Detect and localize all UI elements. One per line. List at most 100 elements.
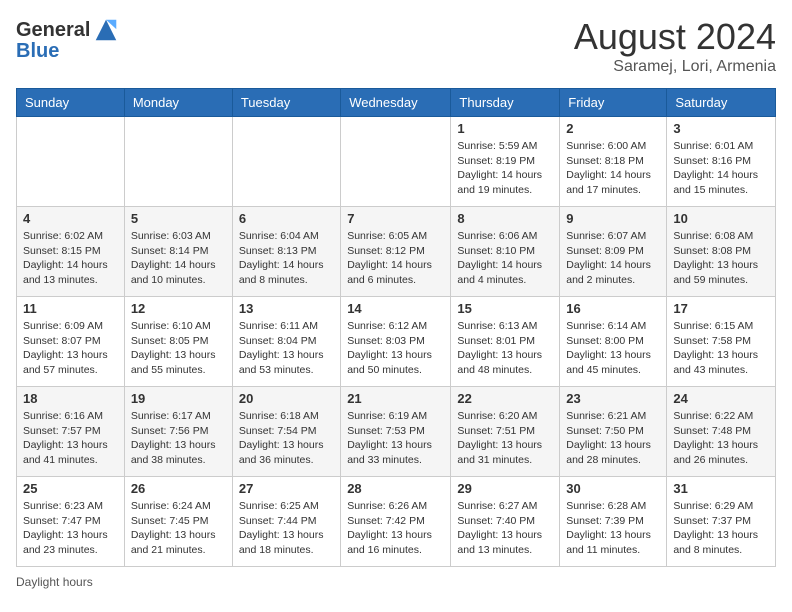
page-header: General Blue August 2024 Saramej, Lori, … bbox=[16, 16, 776, 76]
calendar-cell: 4 Sunrise: 6:02 AMSunset: 8:15 PMDaylight… bbox=[17, 207, 125, 297]
day-info: Sunrise: 6:07 AMSunset: 8:09 PMDaylight:… bbox=[566, 229, 660, 288]
day-info: Sunrise: 6:22 AMSunset: 7:48 PMDaylight:… bbox=[673, 409, 769, 468]
calendar-cell: 27Sunrise: 6:25 AMSunset: 7:44 PMDayligh… bbox=[232, 477, 340, 567]
day-number: 16 bbox=[566, 301, 660, 316]
calendar-cell: 5Sunrise: 6:03 AMSunset: 8:14 PMDaylight… bbox=[124, 207, 232, 297]
day-number: 20 bbox=[239, 391, 334, 406]
day-info: Sunrise: 6:10 AMSunset: 8:05 PMDaylight:… bbox=[131, 319, 226, 378]
calendar-cell: 30Sunrise: 6:28 AMSunset: 7:39 PMDayligh… bbox=[560, 477, 667, 567]
calendar-cell: 28 Sunrise: 6:26 AMSunset: 7:42 PMDayligh… bbox=[341, 477, 451, 567]
day-number: 22 bbox=[457, 391, 553, 406]
day-info: Sunrise: 6:23 AMSunset: 7:47 PMDaylight:… bbox=[23, 499, 118, 558]
day-number: 31 bbox=[673, 481, 769, 496]
calendar-cell: 25 Sunrise: 6:23 AMSunset: 7:47 PMDayligh… bbox=[17, 477, 125, 567]
calendar-cell: 13 Sunrise: 6:11 AMSunset: 8:04 PMDayligh… bbox=[232, 297, 340, 387]
logo: General Blue bbox=[16, 16, 120, 63]
calendar-header-wednesday: Wednesday bbox=[341, 89, 451, 117]
day-info: Sunrise: 6:02 AMSunset: 8:15 PMDaylight:… bbox=[23, 229, 118, 288]
calendar-cell bbox=[124, 117, 232, 207]
calendar-cell: 23 Sunrise: 6:21 AMSunset: 7:50 PMDayligh… bbox=[560, 387, 667, 477]
calendar-cell bbox=[232, 117, 340, 207]
calendar-cell: 18 Sunrise: 6:16 AMSunset: 7:57 PMDayligh… bbox=[17, 387, 125, 477]
calendar-cell: 31 Sunrise: 6:29 AMSunset: 7:37 PMDayligh… bbox=[667, 477, 776, 567]
day-number: 15 bbox=[457, 301, 553, 316]
calendar-header-tuesday: Tuesday bbox=[232, 89, 340, 117]
day-number: 12 bbox=[131, 301, 226, 316]
calendar-cell: 3 Sunrise: 6:01 AMSunset: 8:16 PMDaylight… bbox=[667, 117, 776, 207]
day-info: Sunrise: 6:00 AMSunset: 8:18 PMDaylight:… bbox=[566, 139, 660, 198]
day-info: Sunrise: 6:16 AMSunset: 7:57 PMDaylight:… bbox=[23, 409, 118, 468]
calendar-cell: 26Sunrise: 6:24 AMSunset: 7:45 PMDayligh… bbox=[124, 477, 232, 567]
day-info: Sunrise: 6:29 AMSunset: 7:37 PMDaylight:… bbox=[673, 499, 769, 558]
calendar-week-row: 4 Sunrise: 6:02 AMSunset: 8:15 PMDaylight… bbox=[17, 207, 776, 297]
calendar-week-row: 18 Sunrise: 6:16 AMSunset: 7:57 PMDayligh… bbox=[17, 387, 776, 477]
day-number: 6 bbox=[239, 211, 334, 226]
calendar-cell: 19 Sunrise: 6:17 AMSunset: 7:56 PMDayligh… bbox=[124, 387, 232, 477]
calendar-header-friday: Friday bbox=[560, 89, 667, 117]
day-number: 23 bbox=[566, 391, 660, 406]
day-number: 1 bbox=[457, 121, 553, 136]
day-info: Sunrise: 6:17 AMSunset: 7:56 PMDaylight:… bbox=[131, 409, 226, 468]
calendar-week-row: 11Sunrise: 6:09 AMSunset: 8:07 PMDayligh… bbox=[17, 297, 776, 387]
day-number: 18 bbox=[23, 391, 118, 406]
day-info: Sunrise: 6:26 AMSunset: 7:42 PMDaylight:… bbox=[347, 499, 444, 558]
calendar-cell: 24Sunrise: 6:22 AMSunset: 7:48 PMDayligh… bbox=[667, 387, 776, 477]
calendar-cell: 21 Sunrise: 6:19 AMSunset: 7:53 PMDayligh… bbox=[341, 387, 451, 477]
day-number: 17 bbox=[673, 301, 769, 316]
day-info: Sunrise: 6:12 AMSunset: 8:03 PMDaylight:… bbox=[347, 319, 444, 378]
day-number: 28 bbox=[347, 481, 444, 496]
calendar-header-saturday: Saturday bbox=[667, 89, 776, 117]
day-info: Sunrise: 6:04 AMSunset: 8:13 PMDaylight:… bbox=[239, 229, 334, 288]
calendar-header-monday: Monday bbox=[124, 89, 232, 117]
day-number: 9 bbox=[566, 211, 660, 226]
day-number: 30 bbox=[566, 481, 660, 496]
day-number: 13 bbox=[239, 301, 334, 316]
calendar-cell: 8Sunrise: 6:06 AMSunset: 8:10 PMDaylight… bbox=[451, 207, 560, 297]
day-info: Sunrise: 6:08 AMSunset: 8:08 PMDaylight:… bbox=[673, 229, 769, 288]
day-info: Sunrise: 6:25 AMSunset: 7:44 PMDaylight:… bbox=[239, 499, 334, 558]
day-number: 29 bbox=[457, 481, 553, 496]
day-info: Sunrise: 6:01 AMSunset: 8:16 PMDaylight:… bbox=[673, 139, 769, 198]
day-info: Sunrise: 6:09 AMSunset: 8:07 PMDaylight:… bbox=[23, 319, 118, 378]
day-info: Sunrise: 6:27 AMSunset: 7:40 PMDaylight:… bbox=[457, 499, 553, 558]
logo-general: General bbox=[16, 19, 90, 42]
day-info: Sunrise: 6:21 AMSunset: 7:50 PMDaylight:… bbox=[566, 409, 660, 468]
logo-icon bbox=[92, 16, 120, 44]
month-year-title: August 2024 bbox=[574, 16, 776, 58]
day-number: 19 bbox=[131, 391, 226, 406]
location-subtitle: Saramej, Lori, Armenia bbox=[574, 58, 776, 76]
day-info: Sunrise: 6:20 AMSunset: 7:51 PMDaylight:… bbox=[457, 409, 553, 468]
calendar-cell: 1 Sunrise: 5:59 AMSunset: 8:19 PMDaylight… bbox=[451, 117, 560, 207]
calendar-cell: 7 Sunrise: 6:05 AMSunset: 8:12 PMDaylight… bbox=[341, 207, 451, 297]
day-info: Sunrise: 6:06 AMSunset: 8:10 PMDaylight:… bbox=[457, 229, 553, 288]
day-info: Sunrise: 6:14 AMSunset: 8:00 PMDaylight:… bbox=[566, 319, 660, 378]
day-number: 21 bbox=[347, 391, 444, 406]
day-info: Sunrise: 6:19 AMSunset: 7:53 PMDaylight:… bbox=[347, 409, 444, 468]
calendar-cell: 15 Sunrise: 6:13 AMSunset: 8:01 PMDayligh… bbox=[451, 297, 560, 387]
calendar-header-sunday: Sunday bbox=[17, 89, 125, 117]
calendar-cell bbox=[341, 117, 451, 207]
day-info: Sunrise: 6:13 AMSunset: 8:01 PMDaylight:… bbox=[457, 319, 553, 378]
calendar-cell: 17 Sunrise: 6:15 AMSunset: 7:58 PMDayligh… bbox=[667, 297, 776, 387]
calendar-cell: 22 Sunrise: 6:20 AMSunset: 7:51 PMDayligh… bbox=[451, 387, 560, 477]
calendar-week-row: 1 Sunrise: 5:59 AMSunset: 8:19 PMDaylight… bbox=[17, 117, 776, 207]
day-number: 4 bbox=[23, 211, 118, 226]
day-number: 25 bbox=[23, 481, 118, 496]
calendar-cell: 14Sunrise: 6:12 AMSunset: 8:03 PMDayligh… bbox=[341, 297, 451, 387]
day-info: Sunrise: 6:05 AMSunset: 8:12 PMDaylight:… bbox=[347, 229, 444, 288]
title-block: August 2024 Saramej, Lori, Armenia bbox=[574, 16, 776, 76]
calendar-cell bbox=[17, 117, 125, 207]
day-number: 3 bbox=[673, 121, 769, 136]
calendar-table: SundayMondayTuesdayWednesdayThursdayFrid… bbox=[16, 88, 776, 567]
calendar-cell: 12 Sunrise: 6:10 AMSunset: 8:05 PMDayligh… bbox=[124, 297, 232, 387]
logo-blue-text: Blue bbox=[16, 40, 59, 63]
day-info: Sunrise: 6:11 AMSunset: 8:04 PMDaylight:… bbox=[239, 319, 334, 378]
day-info: Sunrise: 5:59 AMSunset: 8:19 PMDaylight:… bbox=[457, 139, 553, 198]
calendar-cell: 2Sunrise: 6:00 AMSunset: 8:18 PMDaylight… bbox=[560, 117, 667, 207]
day-info: Sunrise: 6:03 AMSunset: 8:14 PMDaylight:… bbox=[131, 229, 226, 288]
calendar-cell: 29 Sunrise: 6:27 AMSunset: 7:40 PMDayligh… bbox=[451, 477, 560, 567]
day-info: Sunrise: 6:15 AMSunset: 7:58 PMDaylight:… bbox=[673, 319, 769, 378]
day-info: Sunrise: 6:24 AMSunset: 7:45 PMDaylight:… bbox=[131, 499, 226, 558]
day-number: 7 bbox=[347, 211, 444, 226]
calendar-header-thursday: Thursday bbox=[451, 89, 560, 117]
